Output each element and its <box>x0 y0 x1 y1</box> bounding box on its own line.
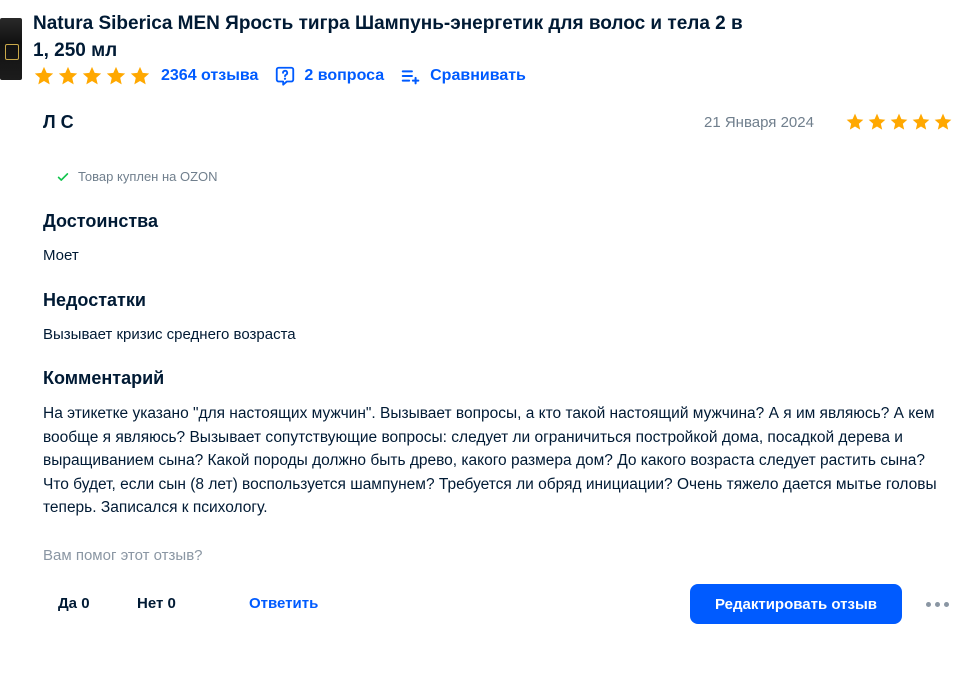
questions-link-label: 2 вопроса <box>304 67 385 84</box>
review-author[interactable]: Л С <box>43 112 74 133</box>
comment-heading: Комментарий <box>43 368 165 388</box>
vote-no-button[interactable]: Нет 0 <box>137 595 176 612</box>
star-icon <box>33 65 55 87</box>
pros-text: Моет <box>43 247 79 264</box>
star-icon <box>845 112 865 132</box>
comment-text: На этикетке указано "для настоящих мужчи… <box>43 405 937 516</box>
compare-list-icon <box>400 65 422 87</box>
star-icon <box>911 112 931 132</box>
star-icon <box>129 65 151 87</box>
review-rating-stars <box>845 112 953 132</box>
check-icon <box>57 172 69 181</box>
compare-link[interactable]: Сравнивать <box>400 65 526 87</box>
dot-icon <box>943 601 949 607</box>
product-thumbnail[interactable] <box>0 18 22 80</box>
product-rating-stars <box>33 65 151 87</box>
purchased-badge: Товар куплен на OZON <box>56 169 218 184</box>
cons-text: Вызывает кризис среднего возраста <box>43 326 296 343</box>
star-icon <box>105 65 127 87</box>
reviews-count-link[interactable]: 2364 отзыва <box>161 67 258 85</box>
star-icon <box>889 112 909 132</box>
dot-icon <box>925 601 931 607</box>
helpful-question: Вам помог этот отзыв? <box>43 547 203 564</box>
star-icon <box>933 112 953 132</box>
questions-link[interactable]: 2 вопроса <box>274 65 384 87</box>
product-meta-row: 2364 отзыва 2 вопроса Сравнивать <box>33 64 526 88</box>
review-date: 21 Января 2024 <box>704 114 814 131</box>
product-title[interactable]: Natura Siberica MEN Ярость тигра Шампунь… <box>33 10 753 64</box>
more-options-button[interactable] <box>922 596 952 612</box>
purchased-note: Товар куплен на OZON <box>78 169 218 184</box>
pros-heading: Достоинства <box>43 211 158 231</box>
star-icon <box>81 65 103 87</box>
vote-yes-button[interactable]: Да 0 <box>58 595 90 612</box>
edit-review-button[interactable]: Редактировать отзыв <box>690 584 902 624</box>
question-bubble-icon <box>274 65 296 87</box>
star-icon <box>57 65 79 87</box>
compare-link-label: Сравнивать <box>430 67 526 84</box>
reply-button[interactable]: Ответить <box>249 595 318 612</box>
cons-heading: Недостатки <box>43 290 146 310</box>
star-icon <box>867 112 887 132</box>
dot-icon <box>934 601 940 607</box>
